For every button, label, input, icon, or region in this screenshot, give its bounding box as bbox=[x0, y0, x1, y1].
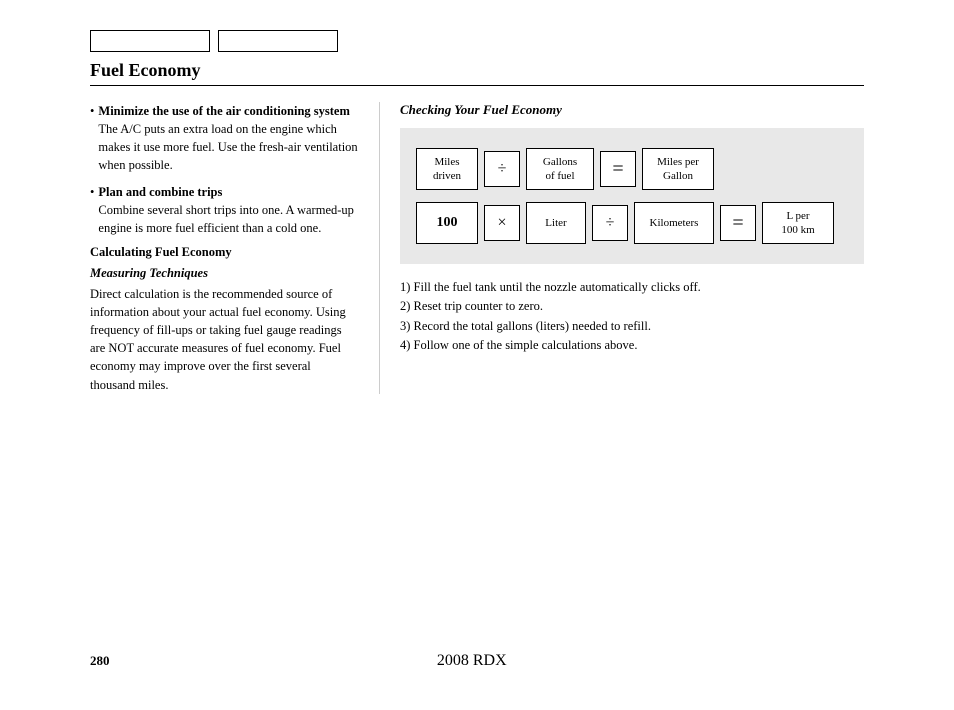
box-liter: Liter bbox=[526, 202, 586, 244]
box-100: 100 bbox=[416, 202, 478, 244]
bullet-item-trips: • Plan and combine trips Combine several… bbox=[90, 183, 359, 237]
box-equals-2: = bbox=[720, 205, 756, 241]
box-miles-driven: Milesdriven bbox=[416, 148, 478, 190]
content-wrapper: • Minimize the use of the air conditioni… bbox=[90, 102, 864, 394]
bullet-content-2: Plan and combine trips Combine several s… bbox=[98, 183, 359, 237]
step-1: 1) Fill the fuel tank until the nozzle a… bbox=[400, 278, 864, 297]
measuring-body: Direct calculation is the recommended so… bbox=[90, 285, 359, 394]
step-3: 3) Record the total gallons (liters) nee… bbox=[400, 317, 864, 336]
bullet-dot-2: • bbox=[90, 183, 94, 237]
page-number: 280 bbox=[90, 653, 110, 669]
box-divide-1: ÷ bbox=[484, 151, 520, 187]
box-multiply: × bbox=[484, 205, 520, 241]
bullet-title-1: Minimize the use of the air conditioning… bbox=[98, 104, 350, 118]
step-2: 2) Reset trip counter to zero. bbox=[400, 297, 864, 316]
diagram-row-1: Milesdriven ÷ Gallonsof fuel = Miles per… bbox=[416, 148, 848, 190]
bullet-body-1: The A/C puts an extra load on the engine… bbox=[98, 122, 357, 172]
nav-btn-2[interactable] bbox=[218, 30, 338, 52]
left-column: • Minimize the use of the air conditioni… bbox=[90, 102, 380, 394]
bullet-body-2: Combine several short trips into one. A … bbox=[98, 203, 354, 235]
box-l-per-100km: L per100 km bbox=[762, 202, 834, 244]
page-title: Fuel Economy bbox=[90, 60, 201, 80]
box-miles-per-gallon: Miles perGallon bbox=[642, 148, 714, 190]
top-nav bbox=[90, 30, 864, 52]
car-model: 2008 RDX bbox=[110, 652, 835, 670]
section-heading: Checking Your Fuel Economy bbox=[400, 102, 864, 118]
measuring-subtitle: Measuring Techniques bbox=[90, 266, 359, 281]
nav-btn-1[interactable] bbox=[90, 30, 210, 52]
box-gallons-fuel: Gallonsof fuel bbox=[526, 148, 594, 190]
bullet-dot-1: • bbox=[90, 102, 94, 175]
page-footer: 280 2008 RDX bbox=[90, 652, 864, 670]
bullet-title-2: Plan and combine trips bbox=[98, 185, 222, 199]
fuel-economy-diagram: Milesdriven ÷ Gallonsof fuel = Miles per… bbox=[400, 128, 864, 264]
right-column: Checking Your Fuel Economy Milesdriven ÷… bbox=[380, 102, 864, 394]
page-container: Fuel Economy • Minimize the use of the a… bbox=[0, 0, 954, 710]
box-divide-2: ÷ bbox=[592, 205, 628, 241]
bullet-item-ac: • Minimize the use of the air conditioni… bbox=[90, 102, 359, 175]
diagram-row-2: 100 × Liter ÷ Kilometers = L per100 km bbox=[416, 202, 848, 244]
title-section: Fuel Economy bbox=[90, 60, 864, 86]
calculating-title: Calculating Fuel Economy bbox=[90, 245, 359, 260]
step-4: 4) Follow one of the simple calculations… bbox=[400, 336, 864, 355]
box-equals-1: = bbox=[600, 151, 636, 187]
box-kilometers: Kilometers bbox=[634, 202, 714, 244]
steps-list: 1) Fill the fuel tank until the nozzle a… bbox=[400, 278, 864, 356]
bullet-content-1: Minimize the use of the air conditioning… bbox=[98, 102, 359, 175]
